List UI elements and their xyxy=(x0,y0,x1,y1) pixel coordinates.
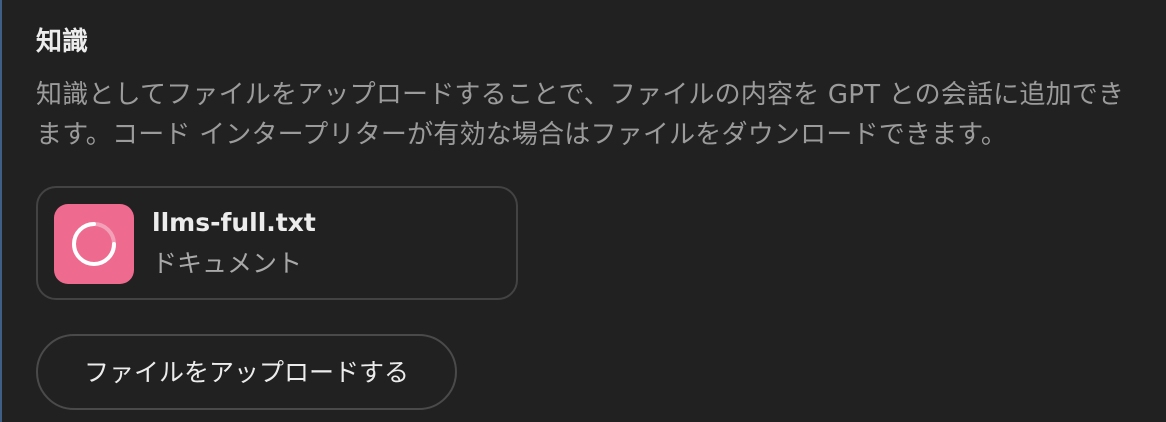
file-icon-tile xyxy=(54,204,134,284)
file-type: ドキュメント xyxy=(152,249,303,278)
spinner-icon xyxy=(72,222,116,266)
section-description: 知識としてファイルをアップロードすることで、ファイルの内容を GPT との会話に… xyxy=(36,80,1125,150)
section-title: 知識 xyxy=(36,27,89,57)
upload-file-button[interactable]: ファイルをアップロードする xyxy=(36,334,457,410)
knowledge-section: 知識 知識としてファイルをアップロードすることで、ファイルの内容を GPT との… xyxy=(0,0,1166,422)
file-card[interactable]: llms-full.txt ドキュメント xyxy=(36,186,518,300)
file-name: llms-full.txt xyxy=(152,208,316,237)
